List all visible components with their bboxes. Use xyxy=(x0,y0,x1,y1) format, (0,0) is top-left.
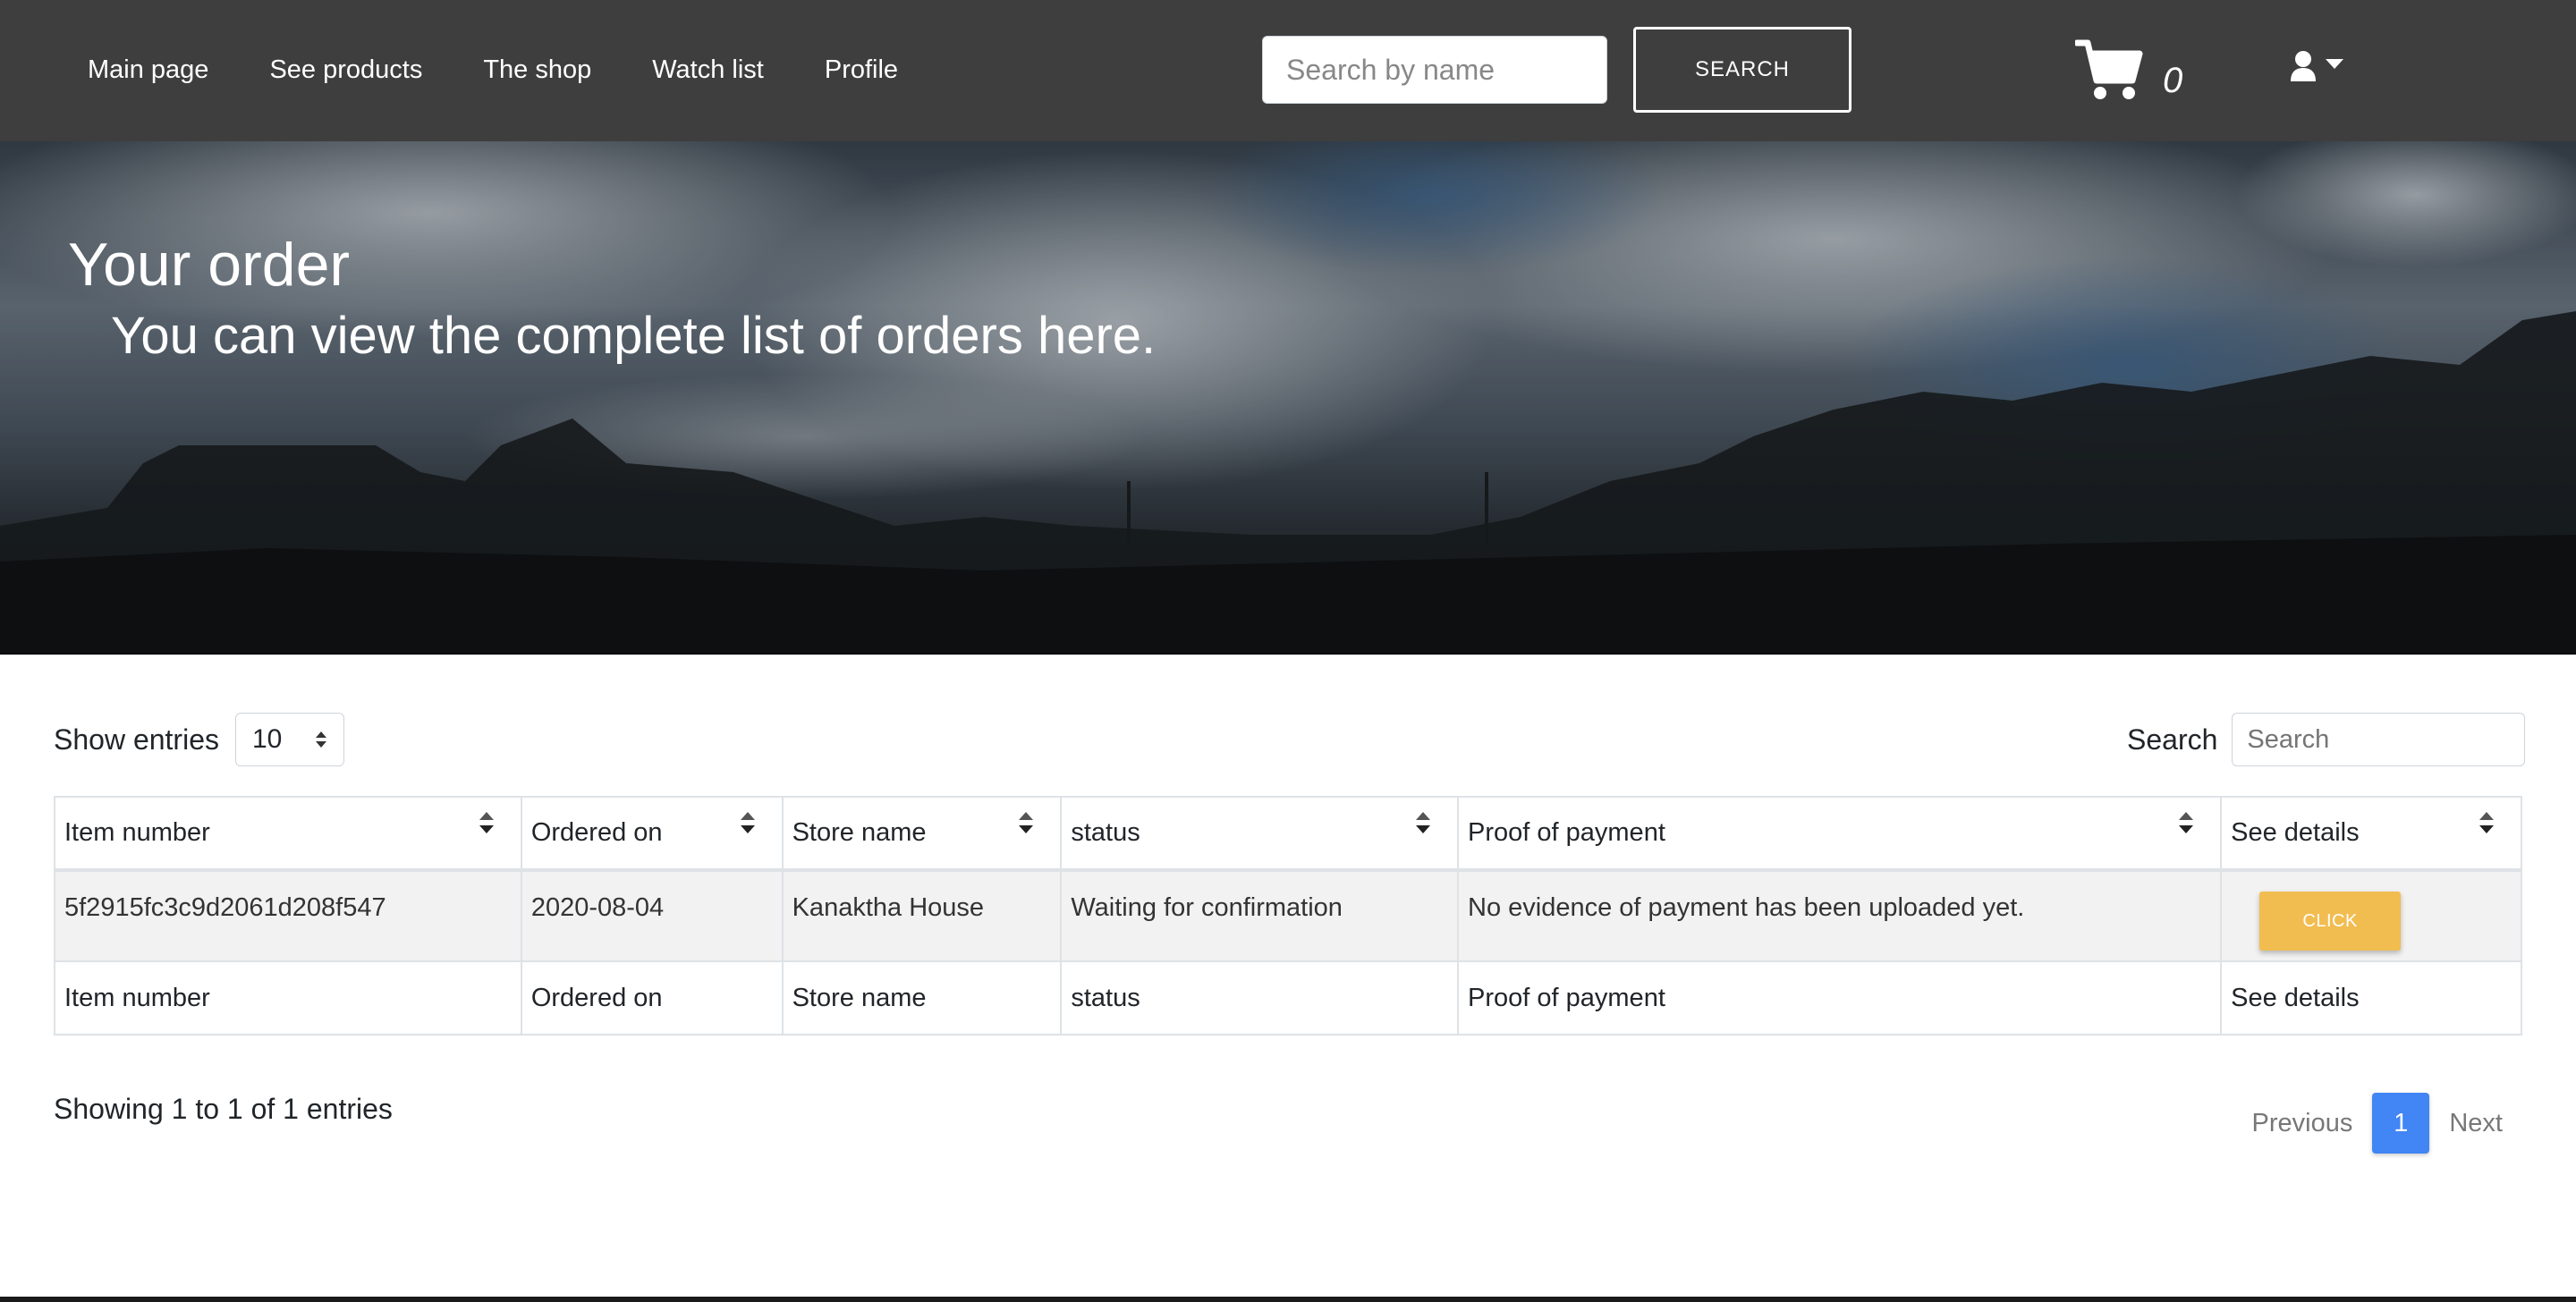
pagination-previous[interactable]: Previous xyxy=(2233,1109,2373,1138)
table-footer-row: Item number Ordered on Store name status… xyxy=(54,960,2522,1036)
footer-store-name: Store name xyxy=(781,960,1063,1036)
bottom-border xyxy=(0,1297,2576,1302)
table-search-control: Search xyxy=(2127,712,2526,767)
table-row: 5f2915fc3c9d2061d208f547 2020-08-04 Kana… xyxy=(54,869,2522,962)
table-search-input[interactable] xyxy=(2232,713,2526,766)
table-footer: Item number Ordered on Store name status… xyxy=(54,960,2522,1036)
cell-see-details: CLICK xyxy=(2220,869,2522,962)
nav-link-main-page[interactable]: Main page xyxy=(88,50,208,89)
user-menu-dropdown[interactable] xyxy=(2288,46,2351,88)
top-navbar: Main page See products The shop Watch li… xyxy=(0,0,2576,141)
show-entries-label: Show entries xyxy=(54,723,219,756)
footer-ordered-on: Ordered on xyxy=(520,960,784,1036)
column-header-ordered-on[interactable]: Ordered on xyxy=(520,796,784,872)
cell-ordered-on: 2020-08-04 xyxy=(520,869,784,962)
page-title: Your order xyxy=(68,231,351,299)
pagination: Previous 1 Next xyxy=(2233,1093,2522,1154)
page-subtitle: You can view the complete list of orders… xyxy=(111,307,1157,365)
nav-link-profile[interactable]: Profile xyxy=(825,50,898,89)
cart-count: 0 xyxy=(2163,61,2183,100)
table-body: 5f2915fc3c9d2061d208f547 2020-08-04 Kana… xyxy=(54,869,2522,962)
sort-icon xyxy=(1019,812,1034,833)
cell-status: Waiting for confirmation xyxy=(1060,869,1460,962)
footer-see-details: See details xyxy=(2220,960,2522,1036)
show-entries-control: Show entries 10 xyxy=(54,712,344,767)
footer-status: status xyxy=(1060,960,1460,1036)
entries-per-page-select[interactable]: 10 xyxy=(234,713,344,766)
hero-banner: Your order You can view the complete lis… xyxy=(0,141,2576,655)
sort-icon xyxy=(2479,812,2494,833)
sort-arrows-icon xyxy=(315,730,327,749)
footer-item-number: Item number xyxy=(54,960,522,1036)
shopping-cart-icon xyxy=(2075,39,2143,99)
sort-icon xyxy=(2179,812,2194,833)
nav-links: Main page See products The shop Watch li… xyxy=(88,50,959,89)
table-header: Item number Ordered on Store name status… xyxy=(54,796,2522,872)
orders-table: Item number Ordered on Store name status… xyxy=(54,796,2522,1036)
column-header-store-name[interactable]: Store name xyxy=(781,796,1063,872)
cell-store-name: Kanaktha House xyxy=(781,869,1063,962)
caret-down-icon xyxy=(2326,59,2343,69)
see-details-button[interactable]: CLICK xyxy=(2259,892,2402,951)
nav-search-input[interactable] xyxy=(1262,36,1607,104)
column-header-item-number[interactable]: Item number xyxy=(54,796,522,872)
nav-link-watch-list[interactable]: Watch list xyxy=(652,50,764,89)
footer-proof-of-payment: Proof of payment xyxy=(1457,960,2223,1036)
table-search-label: Search xyxy=(2127,723,2218,756)
column-header-proof-of-payment[interactable]: Proof of payment xyxy=(1457,796,2223,872)
cell-proof-of-payment: No evidence of payment has been uploaded… xyxy=(1457,869,2223,962)
hero-overlay xyxy=(0,141,2576,655)
column-header-see-details[interactable]: See details xyxy=(2220,796,2522,872)
pagination-next[interactable]: Next xyxy=(2429,1109,2522,1138)
nav-link-see-products[interactable]: See products xyxy=(269,50,422,89)
column-header-status[interactable]: status xyxy=(1060,796,1460,872)
sort-icon xyxy=(479,812,494,833)
sort-icon xyxy=(740,812,755,833)
user-icon xyxy=(2291,51,2316,81)
entries-info: Showing 1 to 1 of 1 entries xyxy=(54,1093,393,1125)
nav-link-the-shop[interactable]: The shop xyxy=(483,50,591,89)
pagination-page-1[interactable]: 1 xyxy=(2372,1093,2430,1154)
table-header-row: Item number Ordered on Store name status… xyxy=(54,796,2522,872)
cell-item-number: 5f2915fc3c9d2061d208f547 xyxy=(54,869,522,962)
nav-search-button[interactable]: SEARCH xyxy=(1633,27,1852,113)
sort-icon xyxy=(1416,812,1431,833)
entries-select-value: 10 xyxy=(251,724,283,754)
